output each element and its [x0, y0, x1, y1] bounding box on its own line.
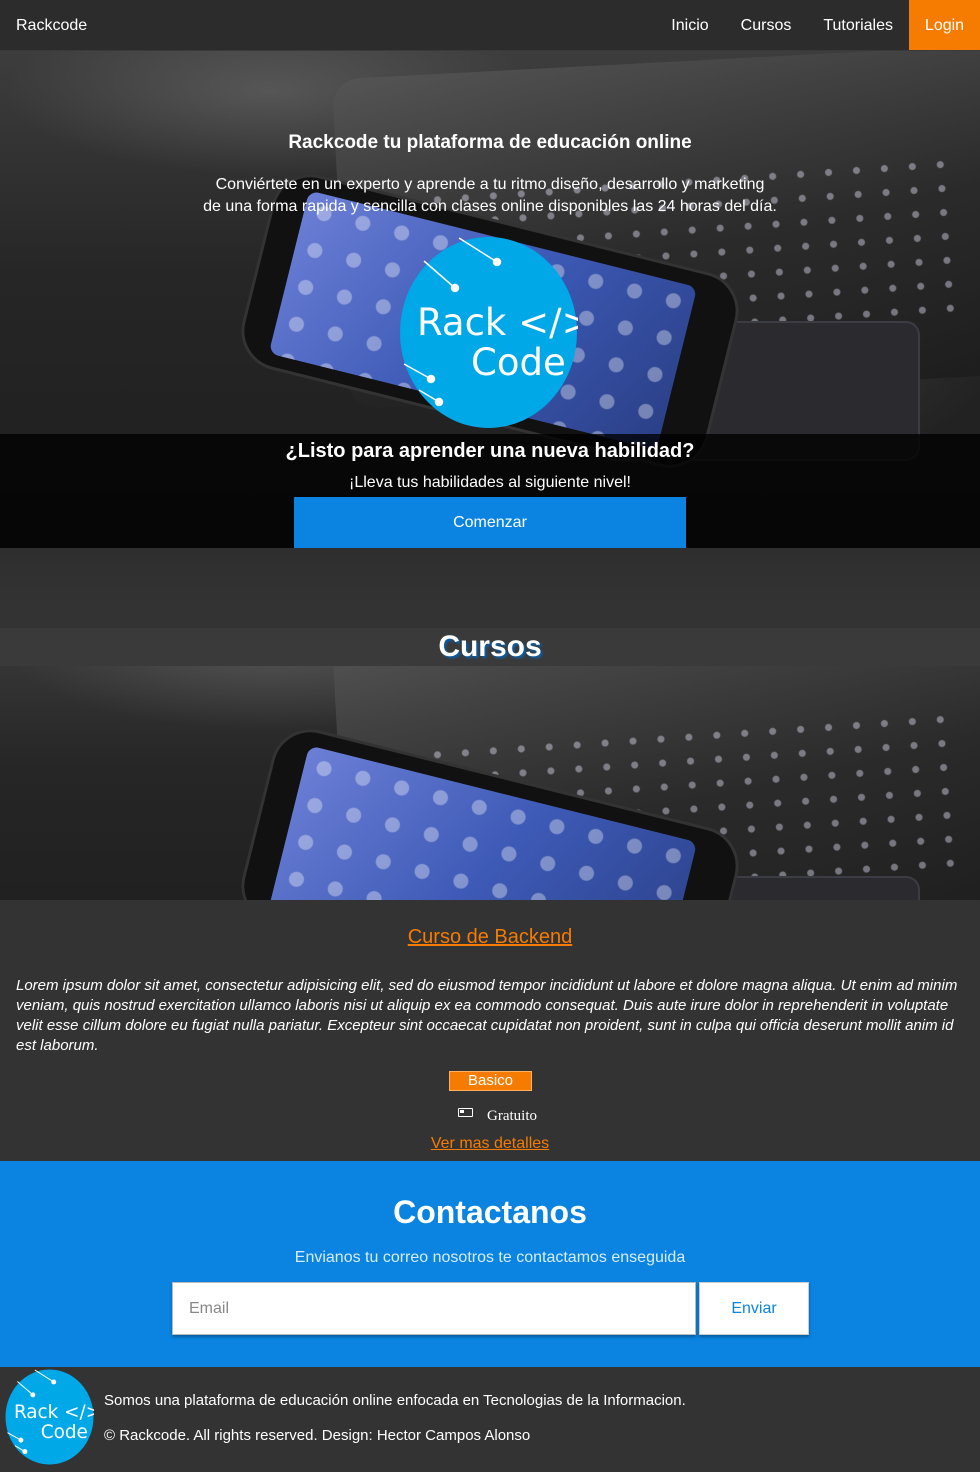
footer-logo-text-line-2: Code: [41, 1422, 88, 1443]
brand-link[interactable]: Rackcode: [16, 17, 87, 35]
start-button[interactable]: Comenzar: [294, 497, 686, 548]
course-description: Lorem ipsum dolor sit amet, consectetur …: [16, 977, 958, 1054]
login-button[interactable]: Login: [909, 0, 980, 50]
logo-text-line-2: Code: [471, 341, 566, 384]
course-image-art: [0, 666, 980, 900]
footer-logo-text-line-1: Rack </>: [14, 1402, 94, 1423]
top-navbar: Rackcode Inicio Cursos Tutoriales Login: [0, 0, 980, 51]
logo-text-line-1: Rack </>: [417, 301, 578, 344]
details-link[interactable]: Ver mas detalles: [0, 1135, 980, 1153]
rackcode-logo: Rack </> Code: [400, 237, 578, 428]
email-input[interactable]: [172, 1282, 696, 1335]
nav-link-inicio[interactable]: Inicio: [655, 0, 724, 50]
hero-title: Rackcode tu plataforma de educación onli…: [288, 132, 692, 153]
cta-banner: ¿Listo para aprender una nueva habilidad…: [0, 434, 980, 548]
hero-section: Rackcode tu plataforma de educación onli…: [0, 51, 980, 548]
course-title-link[interactable]: Curso de Backend: [0, 926, 980, 949]
nav-link-tutoriales[interactable]: Tutoriales: [807, 0, 909, 50]
footer-about: Somos una plataforma de educación online…: [104, 1392, 686, 1409]
hero-description-line-2: de una forma rapida y sencilla con clase…: [203, 198, 777, 215]
footer-logo: Rack </> Code: [5, 1369, 94, 1465]
section-divider: [0, 548, 980, 628]
price-info: Gratuito: [458, 1108, 537, 1125]
hero-description-line-1: Conviértete en un experto y aprende a tu…: [215, 176, 765, 193]
send-button[interactable]: Enviar: [699, 1282, 809, 1335]
nav-links: Inicio Cursos Tutoriales Login: [655, 0, 980, 50]
cta-title: ¿Listo para aprender una nueva habilidad…: [285, 440, 695, 462]
hero-description: Conviértete en un experto y aprende a tu…: [150, 174, 830, 218]
money-icon: [458, 1108, 473, 1117]
nav-link-cursos[interactable]: Cursos: [725, 0, 808, 50]
cursos-heading: Cursos: [438, 630, 542, 663]
contact-title: Contactanos: [393, 1194, 587, 1230]
price-label: Gratuito: [487, 1108, 537, 1124]
footer-copyright: © Rackcode. All rights reserved. Design:…: [104, 1427, 531, 1444]
course-image[interactable]: [0, 666, 980, 900]
cta-subtitle: ¡Lleva tus habilidades al siguiente nive…: [349, 474, 631, 491]
contact-section: Contactanos Envianos tu correo nosotros …: [0, 1161, 980, 1367]
contact-subtitle: Envianos tu correo nosotros te contactam…: [294, 1249, 686, 1266]
level-badge: Basico: [449, 1071, 532, 1091]
footer: Rack </> Code Somos una plataforma de ed…: [0, 1367, 980, 1472]
